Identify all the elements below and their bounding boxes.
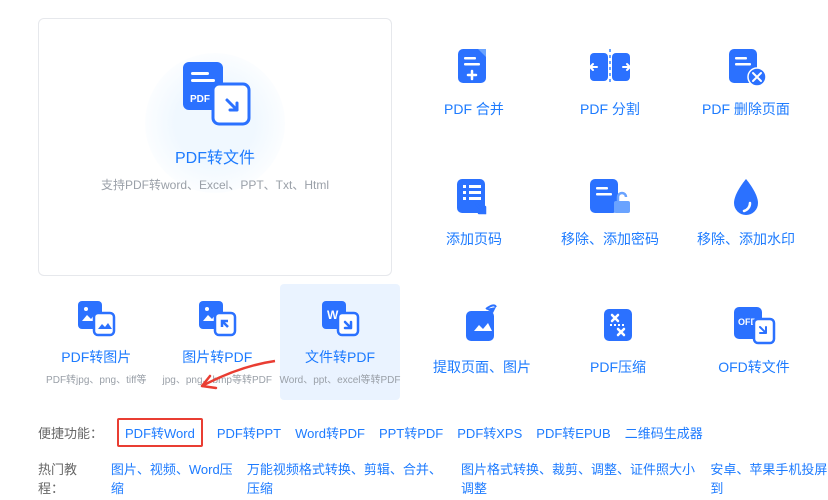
pdf-delete-pages[interactable]: PDF 删除页面 xyxy=(682,18,810,146)
extract-pages-images[interactable]: 提取页面、图片 xyxy=(418,276,546,404)
ofd-to-file[interactable]: OFD OFD转文件 xyxy=(690,276,818,404)
cell-label: 提取页面、图片 xyxy=(433,357,531,377)
small-title: PDF转图片 xyxy=(61,347,131,367)
quick-link-pdf-to-ppt[interactable]: PDF转PPT xyxy=(217,423,281,442)
pdf-merge-icon xyxy=(452,45,496,89)
cell-label: OFD转文件 xyxy=(718,357,790,377)
pdf-delete-icon xyxy=(723,45,769,89)
main-card-subtitle: 支持PDF转word、Excel、PPT、Txt、Html xyxy=(101,176,329,193)
svg-text:PDF: PDF xyxy=(190,94,210,105)
small-sub: PDF转jpg、png、tiff等 xyxy=(46,371,146,386)
remove-add-watermark[interactable]: 移除、添加水印 xyxy=(682,148,810,276)
file-to-pdf-icon: W xyxy=(318,299,362,339)
small-title: 图片转PDF xyxy=(182,347,252,367)
quick-link-pdf-to-xps[interactable]: PDF转XPS xyxy=(457,423,522,442)
quick-link-pdf-to-word[interactable]: PDF转Word xyxy=(117,418,203,447)
remove-add-password[interactable]: 移除、添加密码 xyxy=(546,148,674,276)
cell-label: PDF 合并 xyxy=(444,99,504,119)
cell-label: PDF压缩 xyxy=(590,357,646,377)
small-title: 文件转PDF xyxy=(305,347,375,367)
hot-tutorials-row: 热门教程： 图片、视频、Word压缩 万能视频格式转换、剪辑、合并、压缩 图片格… xyxy=(38,459,828,497)
pdf-split-icon xyxy=(585,45,635,89)
cell-label: 添加页码 xyxy=(446,229,502,249)
tutorial-link-3[interactable]: 安卓、苹果手机投屏到 xyxy=(710,459,828,497)
image-to-pdf[interactable]: 图片转PDF jpg、png、bmp等转PDF xyxy=(159,284,276,400)
tutorial-link-1[interactable]: 万能视频格式转换、剪辑、合并、压缩 xyxy=(247,459,447,497)
pdf-to-file-icon: PDF xyxy=(177,60,253,128)
add-page-number[interactable]: 添加页码 xyxy=(410,148,538,276)
cell-label: 移除、添加密码 xyxy=(561,229,659,249)
quick-links-label: 便捷功能： xyxy=(38,423,103,442)
quick-link-ppt-to-pdf[interactable]: PPT转PDF xyxy=(379,423,443,442)
image-to-pdf-icon xyxy=(195,299,239,339)
quick-link-qrcode[interactable]: 二维码生成器 xyxy=(625,423,703,442)
quick-link-pdf-to-epub[interactable]: PDF转EPUB xyxy=(536,423,610,442)
pdf-split[interactable]: PDF 分割 xyxy=(546,18,674,146)
tutorial-link-0[interactable]: 图片、视频、Word压缩 xyxy=(111,459,233,497)
pdf-to-file-card[interactable]: PDF PDF转文件 支持PDF转word、Excel、PPT、Txt、Html xyxy=(38,18,392,276)
cell-label: PDF 分割 xyxy=(580,99,640,119)
cell-label: 移除、添加水印 xyxy=(697,229,795,249)
pdf-to-image[interactable]: PDF转图片 PDF转jpg、png、tiff等 xyxy=(38,284,155,400)
password-icon xyxy=(586,175,634,219)
small-sub: Word、ppt、excel等转PDF xyxy=(280,371,401,386)
quick-link-word-to-pdf[interactable]: Word转PDF xyxy=(295,423,365,442)
quick-links-row: 便捷功能： PDF转Word PDF转PPT Word转PDF PPT转PDF … xyxy=(38,418,828,447)
ofd-icon: OFD xyxy=(730,303,778,347)
pdf-to-image-icon xyxy=(74,299,118,339)
tutorial-link-2[interactable]: 图片格式转换、裁剪、调整、证件照大小调整 xyxy=(461,459,696,497)
file-to-pdf[interactable]: W 文件转PDF Word、ppt、excel等转PDF xyxy=(280,284,400,400)
cell-label: PDF 删除页面 xyxy=(702,99,790,119)
pdf-merge[interactable]: PDF 合并 xyxy=(410,18,538,146)
compress-icon xyxy=(596,303,640,347)
pdf-compress[interactable]: PDF压缩 xyxy=(554,276,682,404)
extract-icon xyxy=(460,303,504,347)
watermark-icon xyxy=(726,175,766,219)
main-card-title: PDF转文件 xyxy=(175,144,255,168)
page-number-icon xyxy=(451,175,497,219)
hot-tutorials-label: 热门教程： xyxy=(38,459,97,497)
small-sub: jpg、png、bmp等转PDF xyxy=(163,371,272,386)
